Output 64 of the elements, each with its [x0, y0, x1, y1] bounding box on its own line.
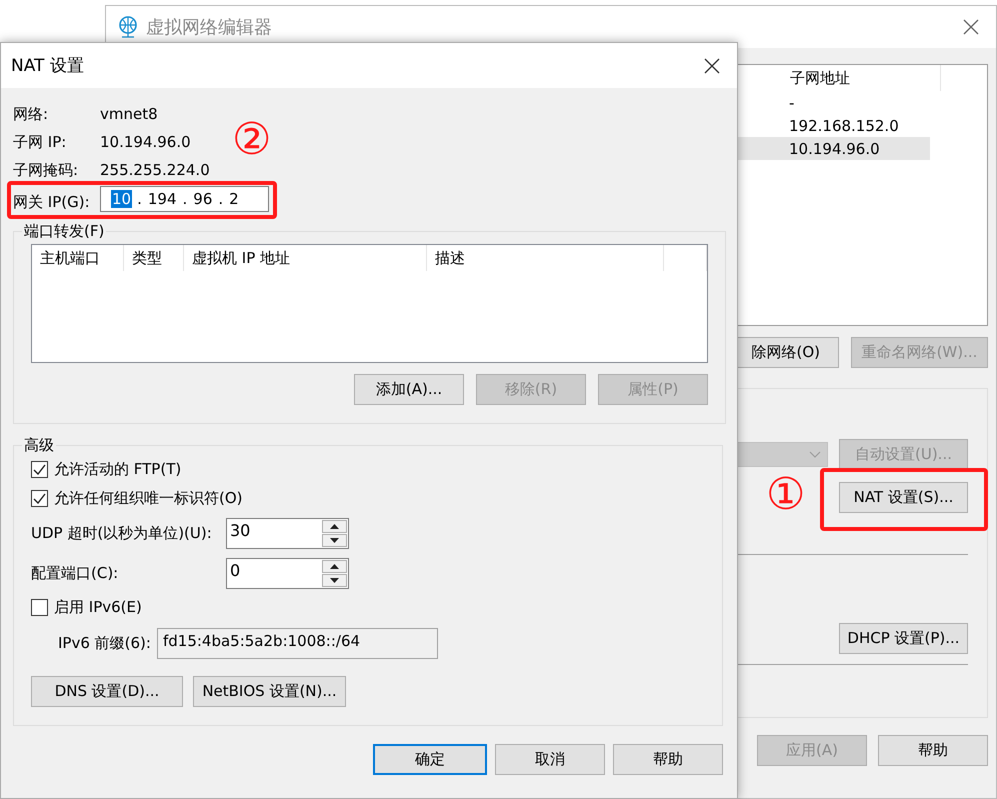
ip-octet: 96: [192, 190, 214, 208]
decrement-button[interactable]: [322, 534, 347, 546]
field-label: 配置端口(C):: [31, 564, 120, 582]
field-label: 网络:: [13, 104, 48, 124]
ip-octet: 10: [111, 190, 132, 208]
field-value: 255.255.224.0: [100, 161, 210, 179]
number-spinner[interactable]: 30: [226, 518, 349, 548]
close-icon: [704, 58, 720, 74]
checkbox[interactable]: [31, 490, 48, 507]
ip-separator: .: [218, 190, 224, 208]
field-value: 0: [229, 560, 242, 582]
up-arrow-icon: [330, 564, 339, 568]
checkbox[interactable]: [31, 461, 48, 478]
checkbox-label: 启用 IPv6(E): [54, 598, 142, 617]
field-label: 子网 IP:: [13, 132, 66, 152]
ok-button[interactable]: 确定: [373, 744, 487, 775]
field-label: 网关 IP(G):: [13, 193, 90, 212]
checkbox[interactable]: [31, 599, 48, 616]
column-header[interactable]: 子网地址: [782, 65, 941, 91]
number-spinner[interactable]: 0: [226, 558, 349, 588]
ip-octet: 194: [146, 190, 178, 208]
column-header[interactable]: 描述: [427, 245, 664, 271]
increment-button[interactable]: [322, 520, 347, 532]
window-title: 虚拟网络编辑器: [146, 16, 273, 39]
down-arrow-icon: [330, 538, 339, 542]
dhcp-settings-button[interactable]: DHCP 设置(P)...: [839, 623, 968, 654]
down-arrow-icon: [330, 578, 339, 582]
help-button[interactable]: 帮助: [613, 744, 723, 775]
field-label: 子网掩码:: [13, 160, 78, 180]
cancel-button[interactable]: 取消: [495, 744, 605, 775]
annotation-number: ②: [232, 118, 272, 162]
checkbox-label: 允许活动的 FTP(T): [54, 460, 182, 479]
globe-icon: [118, 16, 138, 38]
column-header[interactable]: 类型: [124, 245, 184, 271]
nat-settings-button[interactable]: NAT 设置(S)...: [839, 482, 968, 513]
ip-address-field[interactable]: 10 . 194 . 96 . 2: [100, 186, 269, 212]
ip-octet: 2: [228, 190, 240, 208]
add-button[interactable]: 添加(A)...: [354, 374, 464, 405]
column-header[interactable]: 虚拟机 IP 地址: [184, 245, 427, 271]
column-header[interactable]: 主机端口: [32, 245, 124, 271]
field-label: IPv6 前缀(6):: [58, 634, 151, 652]
field-value: vmnet8: [100, 105, 158, 123]
chevron-down-icon: [809, 451, 821, 458]
field-value: 10.194.96.0: [100, 133, 191, 151]
checkbox-label: 允许任何组织唯一标识符(O): [54, 489, 243, 508]
field-value: 30: [229, 520, 252, 542]
help-button[interactable]: 帮助: [878, 735, 988, 766]
group-label: 高级: [23, 436, 55, 455]
check-icon: [33, 464, 46, 475]
group-label: 端口转发(F): [23, 222, 106, 241]
close-icon: [963, 19, 979, 35]
ip-separator: .: [182, 190, 188, 208]
table-cell: 10.194.96.0: [789, 140, 880, 158]
dns-settings-button[interactable]: DNS 设置(D)...: [31, 676, 183, 707]
netbios-settings-button[interactable]: NetBIOS 设置(N)...: [193, 676, 346, 707]
decrement-button[interactable]: [322, 574, 347, 586]
check-icon: [33, 493, 46, 504]
increment-button[interactable]: [322, 560, 347, 572]
dialog-title: NAT 设置: [11, 55, 85, 77]
up-arrow-icon: [330, 524, 339, 528]
table-cell: 192.168.152.0: [789, 116, 899, 134]
ip-separator: .: [137, 190, 142, 208]
annotation-number: ①: [766, 473, 806, 517]
field-label: UDP 超时(以秒为单位)(U):: [31, 524, 213, 542]
